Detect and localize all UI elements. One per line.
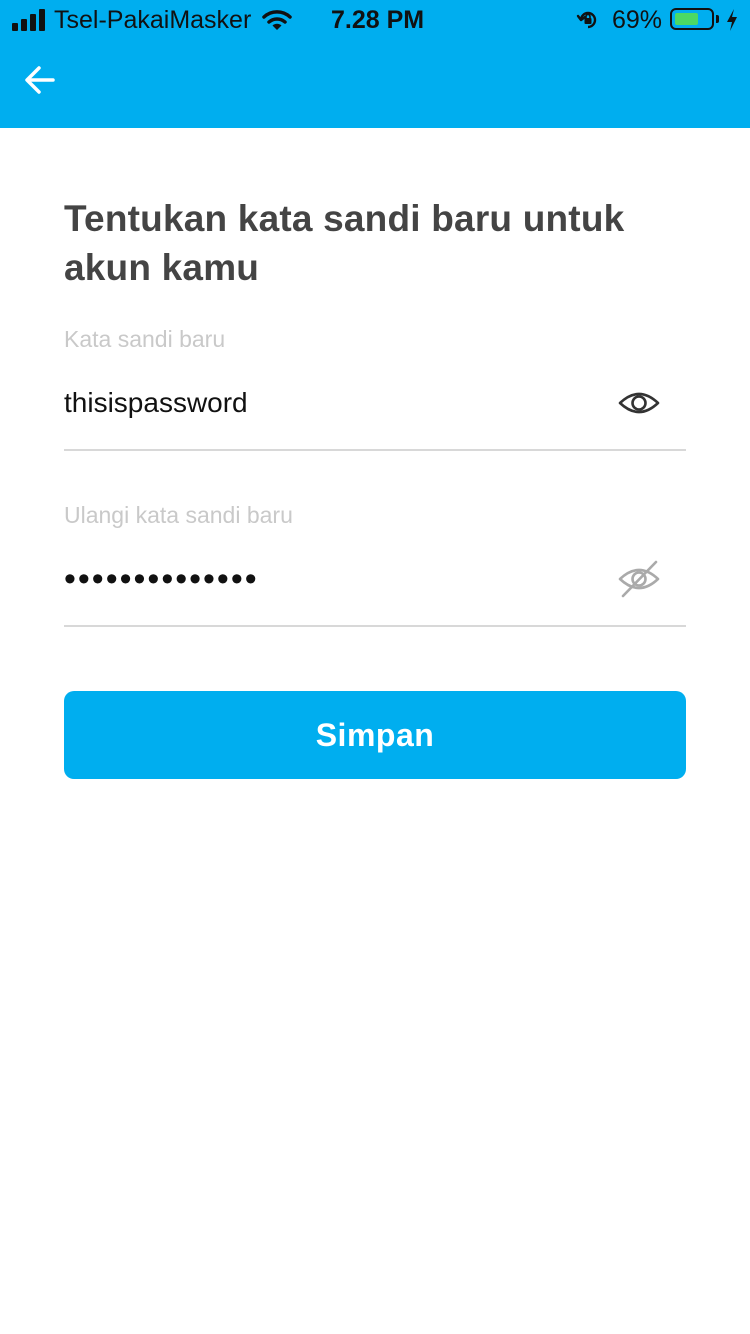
wifi-icon <box>262 10 292 30</box>
battery-icon <box>670 8 714 30</box>
battery-percent: 69% <box>612 6 663 34</box>
back-button[interactable] <box>20 60 60 100</box>
page-title: Tentukan kata sandi baru untuk akun kamu <box>64 198 625 288</box>
signal-icon <box>12 9 48 31</box>
repeat-password-underline <box>64 625 686 627</box>
save-button[interactable]: Simpan <box>64 691 686 779</box>
charging-icon <box>727 9 737 31</box>
repeat-password-label: Ulangi kata sandi baru <box>64 502 293 528</box>
repeat-password-input[interactable]: •••••••••••••• <box>64 556 604 606</box>
show-password-toggle[interactable] <box>614 383 664 423</box>
orientation-lock-icon <box>576 11 597 29</box>
new-password-input[interactable] <box>64 378 604 428</box>
battery-cap <box>716 15 719 23</box>
status-bar: Tsel-PakaiMasker 7.28 PM 69% <box>0 0 750 40</box>
clock-time: 7.28 PM <box>331 6 425 34</box>
eye-icon <box>618 392 660 414</box>
app-header: Tsel-PakaiMasker 7.28 PM 69% <box>0 0 750 128</box>
new-password-label: Kata sandi baru <box>64 326 226 352</box>
eye-off-icon <box>618 560 660 598</box>
new-password-underline <box>64 449 686 451</box>
carrier-name: Tsel-PakaiMasker <box>54 6 252 34</box>
battery-level <box>675 13 698 25</box>
hide-password-toggle[interactable] <box>614 559 664 599</box>
arrow-left-icon <box>25 66 55 94</box>
